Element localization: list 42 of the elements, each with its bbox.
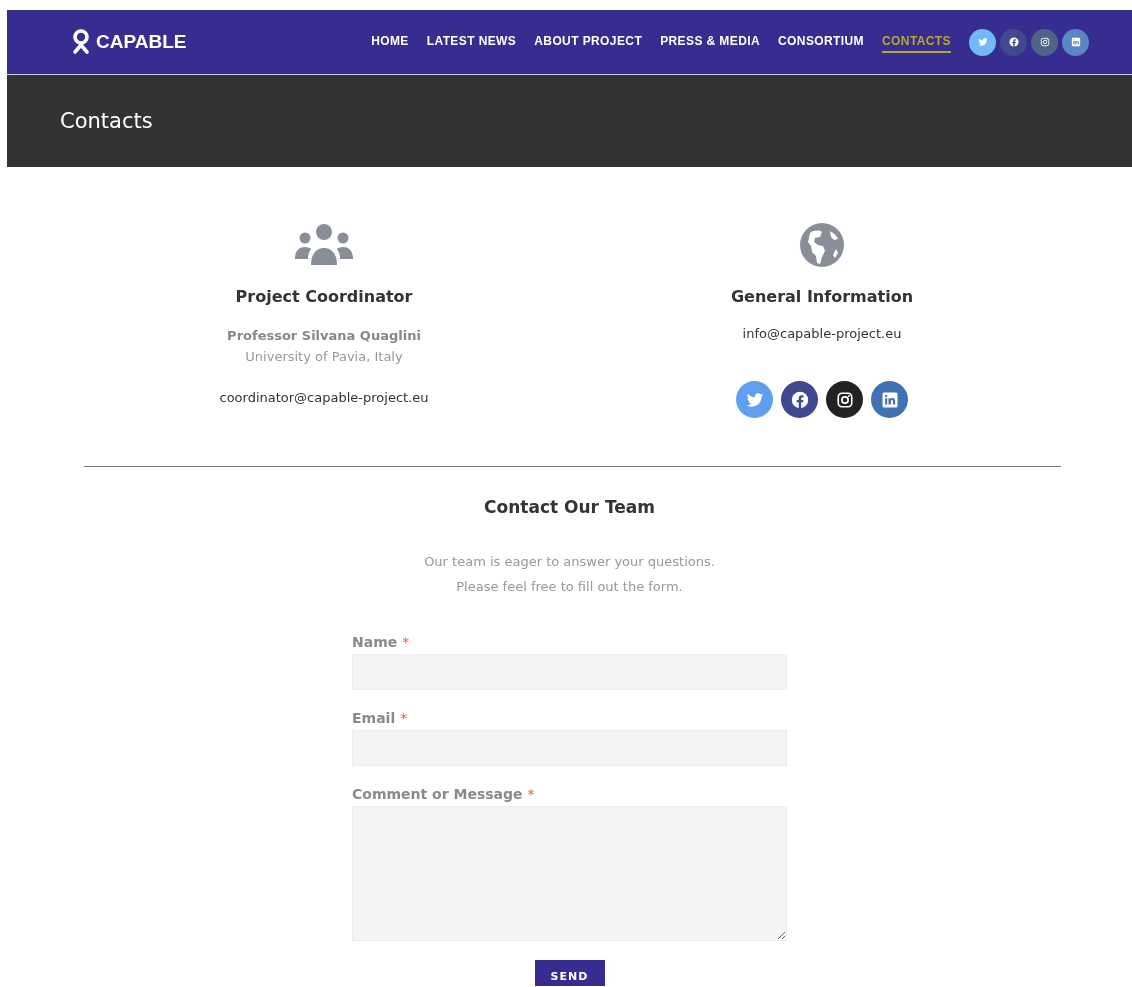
instagram-link[interactable] bbox=[826, 381, 863, 418]
field-label: Comment or Message bbox=[352, 786, 523, 803]
nav-link[interactable]: ABOUT PROJECT bbox=[534, 31, 643, 53]
facebook-link[interactable] bbox=[781, 381, 818, 418]
twitter-icon bbox=[977, 37, 988, 47]
facebook-icon bbox=[790, 390, 809, 409]
instagram-icon bbox=[835, 390, 854, 409]
email-link[interactable]: info@capable-project.eu bbox=[742, 326, 902, 341]
contact-affiliation: University of Pavia, Italy bbox=[245, 349, 403, 364]
section-heading: General Information bbox=[730, 287, 914, 306]
linkedin-link[interactable] bbox=[1062, 28, 1089, 56]
email-link[interactable]: coordinator@capable-project.eu bbox=[219, 390, 429, 405]
nav-link[interactable]: CONSORTIUM bbox=[778, 31, 864, 53]
page-title: Contacts bbox=[60, 109, 153, 133]
intro-text: Our team is eager to answer your questions. bbox=[423, 553, 716, 572]
field-label: Email bbox=[352, 710, 396, 727]
linkedin-link[interactable] bbox=[871, 381, 908, 418]
instagram-link[interactable] bbox=[1031, 28, 1058, 56]
contact-name: Professor Silvana Quaglini bbox=[227, 328, 421, 343]
logo-text: CAPABLE bbox=[96, 31, 187, 53]
intro-text: Please feel free to fill out the form. bbox=[455, 578, 684, 597]
twitter-icon bbox=[745, 390, 764, 409]
message-field[interactable] bbox=[352, 806, 787, 942]
linkedin-icon bbox=[1070, 37, 1081, 47]
nav-link[interactable]: LATEST NEWS bbox=[426, 31, 517, 53]
section-heading: Project Coordinator bbox=[235, 287, 413, 306]
nav-link[interactable]: PRESS & MEDIA bbox=[660, 31, 760, 53]
linkedin-icon bbox=[880, 390, 899, 409]
people-group-icon bbox=[294, 223, 354, 267]
facebook-icon bbox=[1008, 37, 1019, 47]
nav-link[interactable]: HOME bbox=[371, 31, 409, 53]
instagram-icon bbox=[1039, 37, 1050, 47]
field-label: Name bbox=[352, 634, 398, 651]
required-mark: * bbox=[402, 634, 410, 651]
nav-link[interactable]: CONTACTS bbox=[882, 31, 951, 53]
required-mark: * bbox=[527, 786, 535, 803]
ribbon-logo-icon bbox=[71, 29, 91, 55]
send-button[interactable]: SEND bbox=[534, 960, 605, 987]
form-heading: Contact Our Team bbox=[483, 497, 656, 517]
facebook-link[interactable] bbox=[1000, 28, 1027, 56]
required-mark: * bbox=[400, 710, 408, 727]
twitter-link[interactable] bbox=[969, 28, 996, 56]
